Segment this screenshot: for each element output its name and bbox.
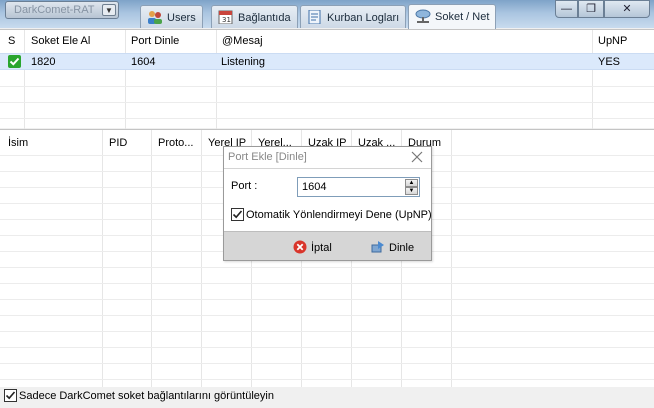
- users-icon: [147, 10, 163, 24]
- row-divider: [0, 86, 654, 87]
- chevron-up-icon[interactable]: ▲: [405, 179, 418, 187]
- log-icon: [307, 9, 323, 25]
- tab-label: Soket / Net: [435, 11, 490, 23]
- minimize-button[interactable]: —: [555, 0, 578, 18]
- app-dropdown[interactable]: DarkComet-RAT ▼: [5, 1, 119, 19]
- row-divider: [0, 283, 654, 284]
- footer-filter-checkbox[interactable]: [4, 389, 17, 402]
- listen-label: Dinle: [389, 242, 415, 254]
- tab-soket-net[interactable]: Soket / Net: [408, 4, 497, 29]
- cell-port: 1604: [131, 56, 156, 68]
- app-dropdown-label: DarkComet-RAT: [14, 4, 95, 16]
- tab-label: Bağlantıda: [238, 12, 291, 24]
- minimize-icon: —: [561, 3, 572, 15]
- port-stepper[interactable]: 1604 ▲ ▼: [297, 177, 420, 197]
- check-icon: [8, 55, 21, 68]
- column-header-port[interactable]: Port Dinle: [125, 30, 216, 53]
- column-header-s[interactable]: S: [2, 30, 24, 53]
- column-divider: [592, 30, 593, 129]
- listen-button[interactable]: Dinle: [371, 237, 414, 257]
- tab-label: Kurban Logları: [327, 12, 400, 24]
- chevron-down-icon[interactable]: ▼: [405, 187, 418, 195]
- calendar-icon: 31: [218, 10, 234, 25]
- column-divider: [201, 130, 202, 388]
- column-header-message[interactable]: @Mesaj: [216, 30, 592, 53]
- port-value: 1604: [302, 181, 327, 193]
- column-header-pid[interactable]: PID: [102, 130, 151, 155]
- add-port-dialog: Port Ekle [Dinle] Port : 1604 ▲ ▼ Otomat…: [223, 146, 432, 261]
- top-bar: DarkComet-RAT ▼ Users 31 Bağlantıda Kurb…: [0, 0, 654, 29]
- row-divider: [0, 118, 654, 119]
- column-header-name[interactable]: İsim: [1, 130, 102, 155]
- column-header-upnp[interactable]: UpNP: [592, 30, 652, 53]
- row-divider: [0, 331, 654, 332]
- column-divider: [24, 30, 25, 129]
- network-icon: [415, 9, 431, 23]
- tab-label: Users: [167, 12, 196, 24]
- column-divider: [125, 30, 126, 129]
- svg-text:31: 31: [222, 16, 231, 24]
- dialog-footer: İptal Dinle: [224, 231, 431, 260]
- stepper-buttons[interactable]: ▲ ▼: [405, 179, 418, 195]
- restore-button[interactable]: ❐: [578, 0, 604, 18]
- upnp-checkbox-label[interactable]: Otomatik Yönlendirmeyi Dene (UpNP): [246, 209, 432, 221]
- close-icon: ✕: [622, 3, 632, 15]
- column-divider: [151, 130, 152, 388]
- tab-users[interactable]: Users: [140, 5, 203, 28]
- chevron-down-icon[interactable]: ▼: [102, 4, 116, 16]
- close-button[interactable]: ✕: [604, 0, 650, 18]
- tab-kurban-loglari[interactable]: Kurban Logları: [300, 5, 407, 28]
- cancel-button[interactable]: İptal: [293, 237, 332, 257]
- column-divider: [451, 130, 452, 388]
- restore-icon: ❐: [586, 3, 596, 15]
- footer-bar: Sadece DarkComet soket bağlantılarını gö…: [0, 387, 654, 408]
- cancel-label: İptal: [311, 242, 332, 254]
- listen-icon: [371, 240, 385, 254]
- column-header-socket[interactable]: Soket Ele Al: [25, 30, 125, 53]
- tab-baglantida[interactable]: 31 Bağlantıda: [211, 5, 298, 28]
- cell-message: Listening: [221, 56, 266, 68]
- table-row[interactable]: [0, 53, 654, 70]
- row-divider: [0, 102, 654, 103]
- row-divider: [0, 267, 654, 268]
- cell-socket: 1820: [31, 56, 56, 68]
- row-divider: [0, 347, 654, 348]
- upnp-checkbox[interactable]: [231, 208, 244, 221]
- column-header-protocol[interactable]: Proto...: [151, 130, 201, 155]
- row-divider: [0, 315, 654, 316]
- cell-upnp: YES: [598, 56, 621, 68]
- footer-filter-label[interactable]: Sadece DarkComet soket bağlantılarını gö…: [19, 390, 274, 402]
- cancel-icon: [293, 240, 307, 254]
- divider: [224, 168, 431, 169]
- row-divider: [0, 363, 654, 364]
- row-divider: [0, 299, 654, 300]
- row-divider: [0, 379, 654, 380]
- column-divider: [216, 30, 217, 129]
- socket-table[interactable]: S Soket Ele Al Port Dinle @Mesaj UpNP 18…: [0, 29, 654, 129]
- port-label: Port :: [231, 180, 258, 192]
- dialog-title: Port Ekle [Dinle]: [228, 151, 307, 163]
- column-divider: [102, 130, 103, 388]
- close-icon[interactable]: [410, 150, 424, 164]
